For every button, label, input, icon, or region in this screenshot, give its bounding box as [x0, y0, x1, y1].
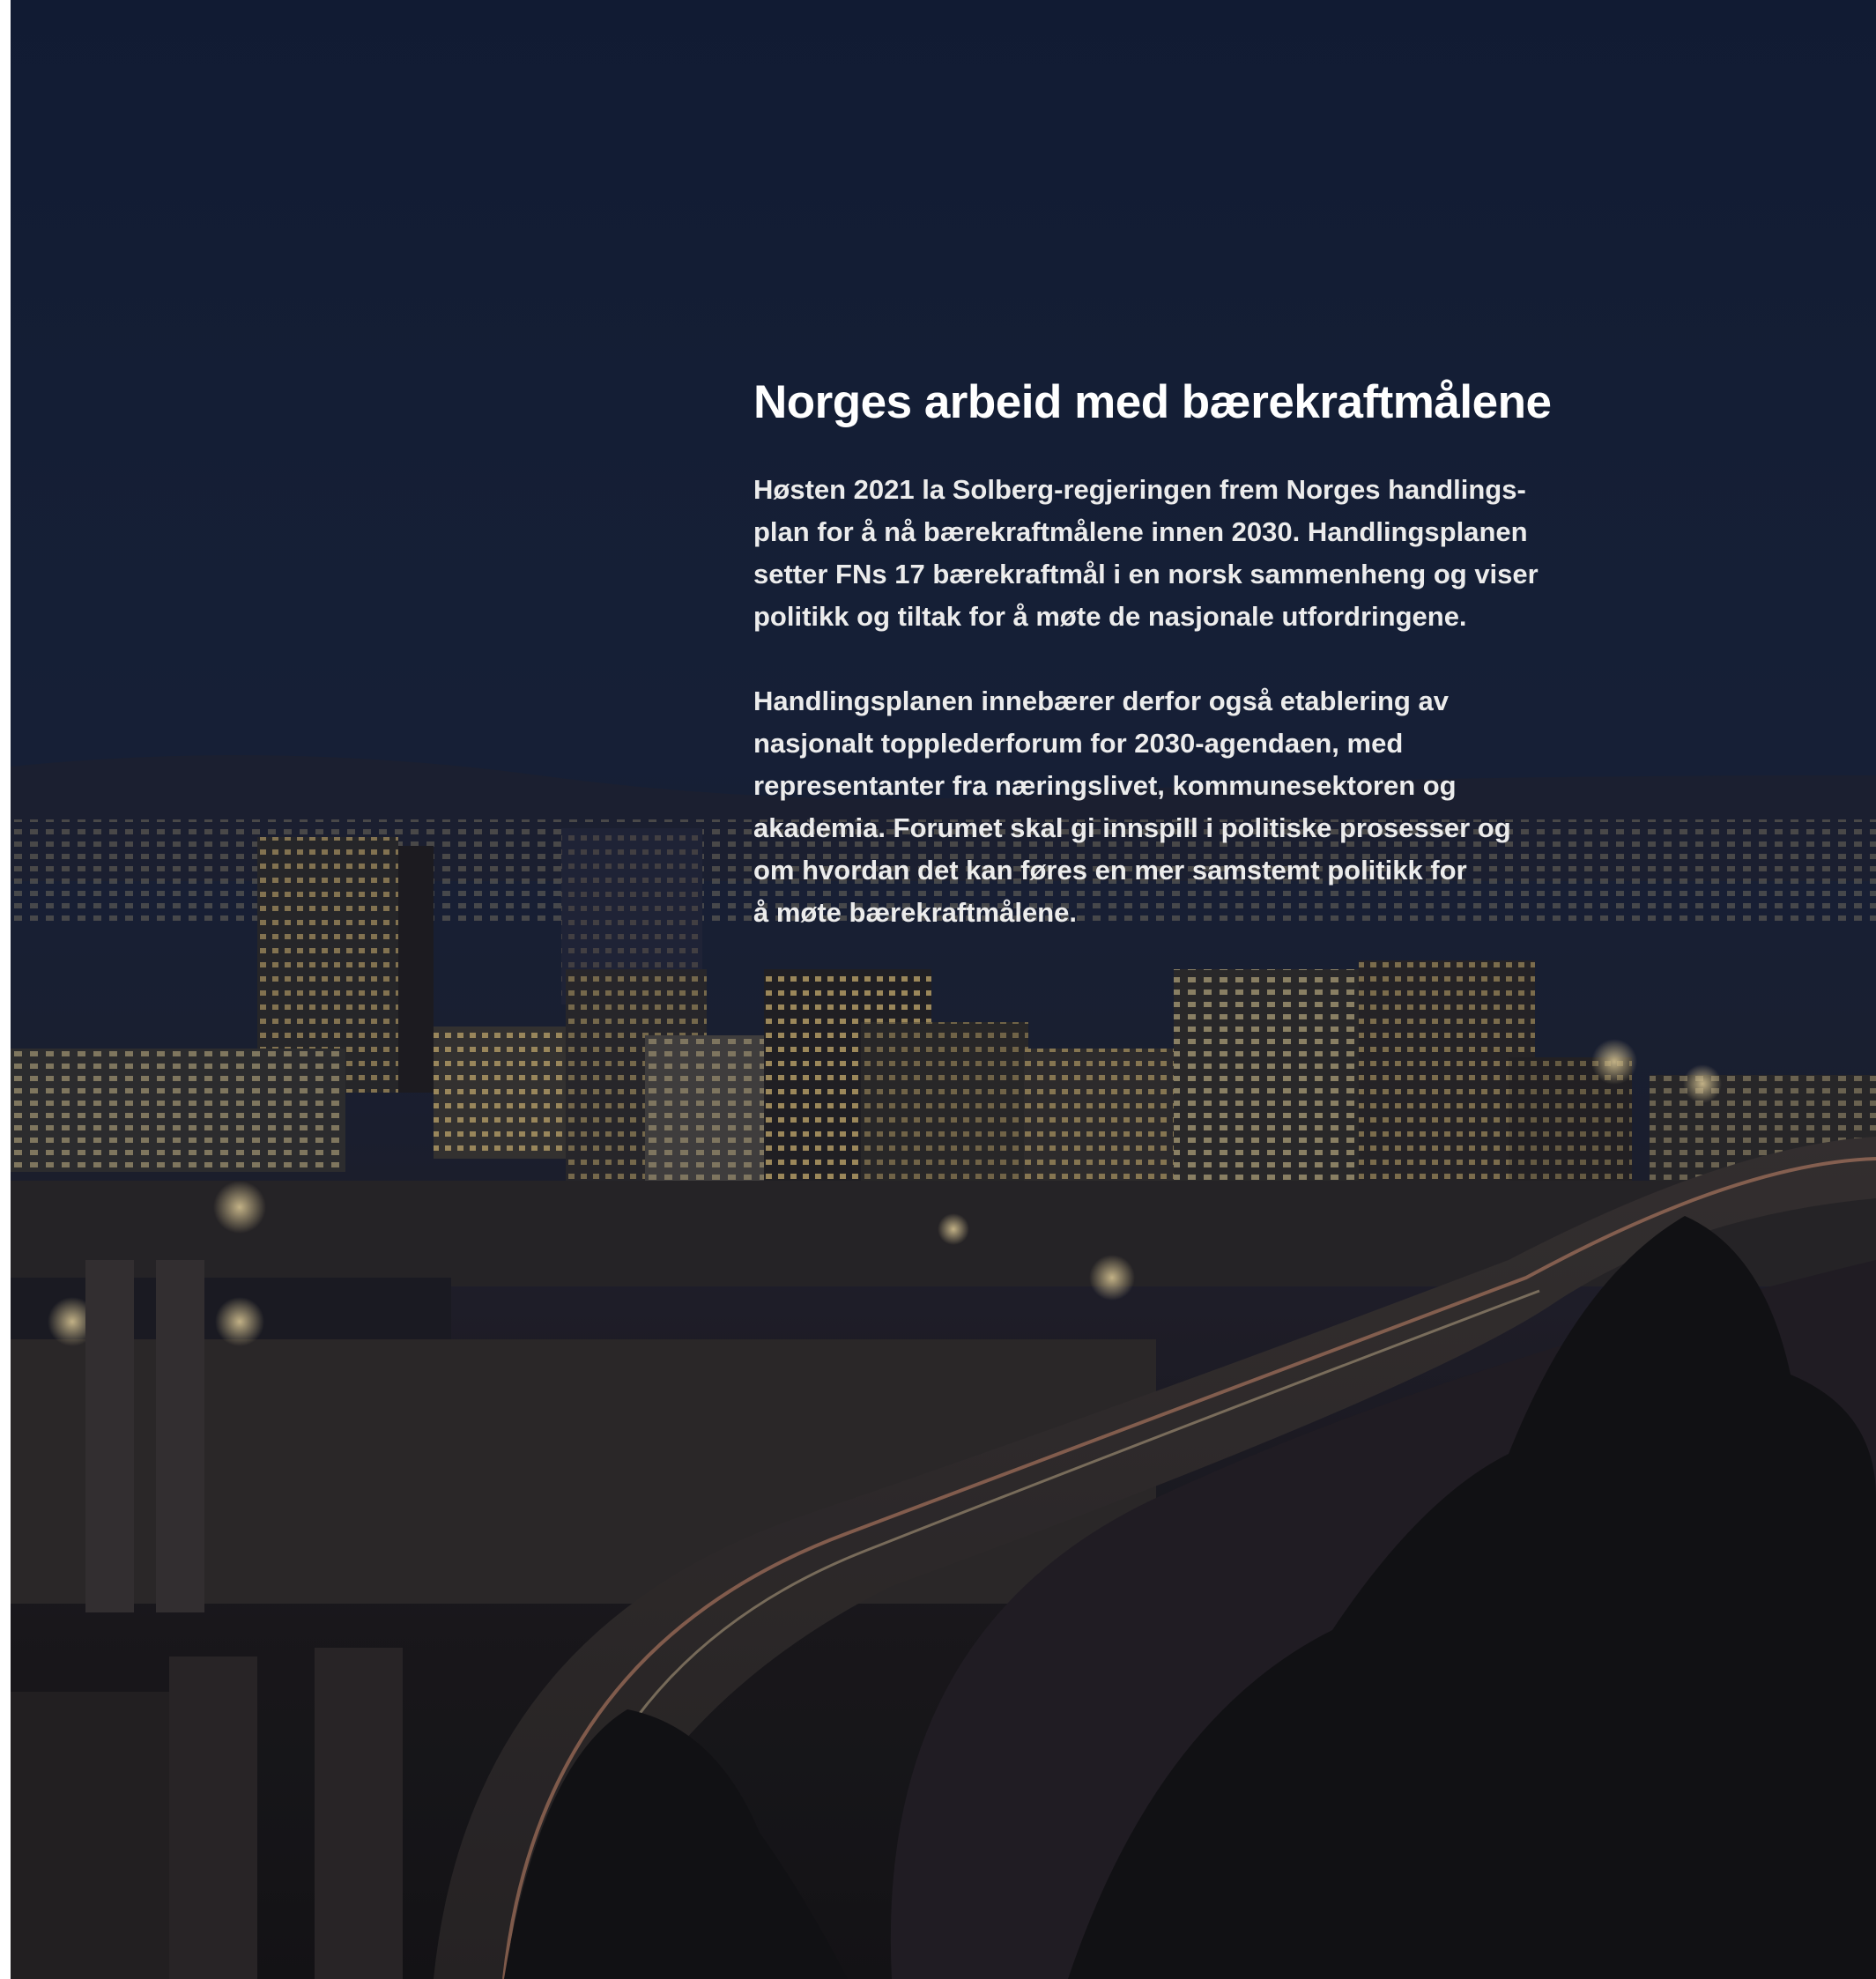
paragraph-1: Høsten 2021 la Solberg-regjeringen frem …: [753, 469, 1635, 638]
section-title: Norges arbeid med bærekraftmålene: [753, 376, 1552, 428]
paragraph-line: setter FNs 17 bærekraftmål i en norsk sa…: [753, 559, 1539, 589]
paragraph-line: Høsten 2021 la Solberg-regjeringen frem …: [753, 474, 1526, 505]
paragraph-line: akademia. Forumet skal gi innspill i pol…: [753, 812, 1511, 843]
paragraph-line: politikk og tiltak for å møte de nasjona…: [753, 601, 1467, 632]
haze-overlay: [11, 0, 1876, 1979]
paragraph-line: å møte bærekraftmålene.: [753, 897, 1077, 928]
night-city-photo: [11, 0, 1876, 1979]
paragraph-line: plan for å nå bærekraftmålene innen 2030…: [753, 516, 1528, 547]
text-block: Norges arbeid med bærekraftmålene Høsten…: [753, 372, 1635, 976]
paragraph-line: om hvordan det kan føres en mer samstemt…: [753, 855, 1467, 886]
paragraph-line: representanter fra næringslivet, kommune…: [753, 770, 1457, 801]
paragraph-line: nasjonalt topplederforum for 2030-agenda…: [753, 728, 1404, 759]
paragraph-line: Handlingsplanen innebærer derfor også et…: [753, 686, 1449, 716]
paragraph-2: Handlingsplanen innebærer derfor også et…: [753, 680, 1635, 934]
page: Norges arbeid med bærekraftmålene Høsten…: [11, 0, 1876, 1979]
